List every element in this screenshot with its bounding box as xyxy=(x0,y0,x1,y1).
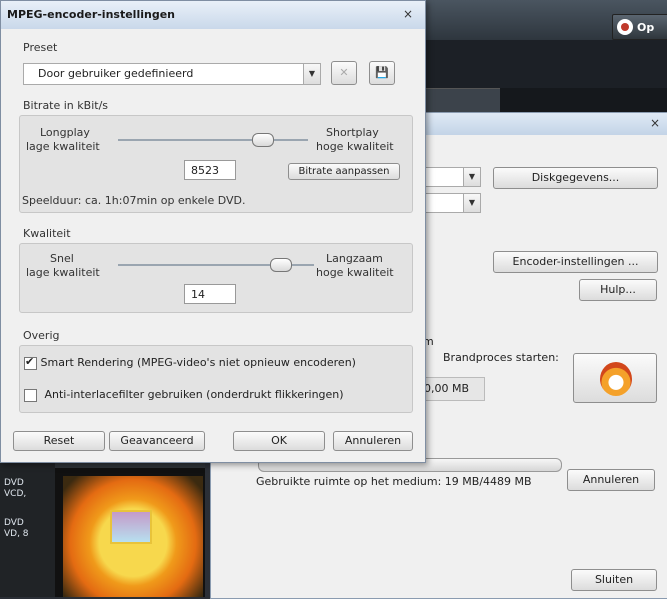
other-group: Smart Rendering (MPEG-video's niet opnie… xyxy=(19,345,413,413)
chevron-down-icon: ▼ xyxy=(463,194,480,212)
anti-interlace-option[interactable]: Anti-interlacefilter gebruiken (onderdru… xyxy=(24,388,344,402)
quality-slider-handle[interactable] xyxy=(270,258,292,272)
bitrate-slider[interactable] xyxy=(118,139,308,141)
space-used-text: Gebruikte ruimte op het medium: 19 MB/44… xyxy=(256,475,532,488)
cancel-button[interactable]: Annuleren xyxy=(333,431,413,451)
list-item[interactable]: DVD xyxy=(0,518,55,529)
dialog-title: MPEG-encoder-instellingen xyxy=(7,8,175,21)
bitrate-input[interactable]: 8523 xyxy=(184,160,236,180)
preset-label: Preset xyxy=(23,41,58,54)
menu-thumbnail[interactable] xyxy=(55,468,205,597)
bitrate-slider-handle[interactable] xyxy=(252,133,274,147)
encoder-settings-button[interactable]: Encoder-instellingen ... xyxy=(493,251,658,273)
other-label: Overig xyxy=(23,329,60,342)
quality-right-bottom: hoge kwaliteit xyxy=(316,266,394,279)
close-icon[interactable]: × xyxy=(403,7,413,21)
help-button[interactable]: Hulp... xyxy=(579,279,657,301)
anti-interlace-checkbox[interactable] xyxy=(24,388,37,402)
quality-label: Kwaliteit xyxy=(23,227,71,240)
burn-cancel-button[interactable]: Annuleren xyxy=(567,469,655,491)
ok-button[interactable]: OK xyxy=(233,431,325,451)
bitrate-group: Longplay lage kwaliteit Shortplay hoge k… xyxy=(19,115,413,213)
list-item[interactable]: VD, 8 xyxy=(0,529,55,540)
burn-start-label: Brandproces starten: xyxy=(443,351,559,364)
preset-selected: Door gebruiker gedefinieerd xyxy=(38,67,194,80)
quality-right-top: Langzaam xyxy=(326,252,383,265)
chevron-down-icon: ▼ xyxy=(303,64,320,84)
bitrate-right-top: Shortplay xyxy=(326,126,379,139)
left-panel: DVD VCD, DVD VD, 8 xyxy=(0,456,55,597)
quality-left-top: Snel xyxy=(50,252,74,265)
smart-rendering-option[interactable]: Smart Rendering (MPEG-video's niet opnie… xyxy=(24,355,356,370)
size-value: 0,00 MB xyxy=(419,377,485,401)
mpeg-encoder-dialog: MPEG-encoder-instellingen × Preset Door … xyxy=(0,0,426,463)
photo-frame xyxy=(110,510,152,544)
smart-rendering-label: Smart Rendering (MPEG-video's niet opnie… xyxy=(40,356,356,369)
quality-group: Snel lage kwaliteit Langzaam hoge kwalit… xyxy=(19,243,413,313)
mpeg-dialog-titlebar: MPEG-encoder-instellingen × xyxy=(1,1,425,29)
save-preset-button[interactable]: 💾 xyxy=(369,61,395,85)
duration-text: Speelduur: ca. 1h:07min op enkele DVD. xyxy=(22,194,246,207)
save-icon: 💾 xyxy=(375,66,389,79)
burn-dialog-close-icon[interactable]: × xyxy=(650,116,660,130)
advanced-button[interactable]: Geavanceerd xyxy=(109,431,205,451)
bitrate-right-bottom: hoge kwaliteit xyxy=(316,140,394,153)
quality-left-bottom: lage kwaliteit xyxy=(26,266,100,279)
quality-input[interactable]: 14 xyxy=(184,284,236,304)
list-item[interactable]: DVD xyxy=(0,478,55,489)
disk-info-button[interactable]: Diskgegevens... xyxy=(493,167,658,189)
options-button-label: Op xyxy=(637,20,655,34)
close-button[interactable]: Sluiten xyxy=(571,569,657,591)
reset-button[interactable]: Reset xyxy=(13,431,105,451)
smart-rendering-checkbox[interactable] xyxy=(24,355,37,370)
burn-start-button[interactable] xyxy=(573,353,657,403)
bitrate-adjust-button[interactable]: Bitrate aanpassen xyxy=(288,163,400,180)
options-icon xyxy=(617,19,633,35)
delete-preset-button[interactable]: ✕ xyxy=(331,61,357,85)
chevron-down-icon: ▼ xyxy=(463,168,480,186)
list-item[interactable]: VCD, xyxy=(0,489,55,500)
burn-icon xyxy=(600,362,632,396)
bitrate-left-bottom: lage kwaliteit xyxy=(26,140,100,153)
delete-icon: ✕ xyxy=(339,66,349,79)
options-button[interactable]: Op xyxy=(612,14,667,40)
bitrate-left-top: Longplay xyxy=(40,126,90,139)
preset-select[interactable]: Door gebruiker gedefinieerd ▼ xyxy=(23,63,321,85)
anti-interlace-label: Anti-interlacefilter gebruiken (onderdru… xyxy=(44,388,344,401)
bitrate-label: Bitrate in kBit/s xyxy=(23,99,109,112)
